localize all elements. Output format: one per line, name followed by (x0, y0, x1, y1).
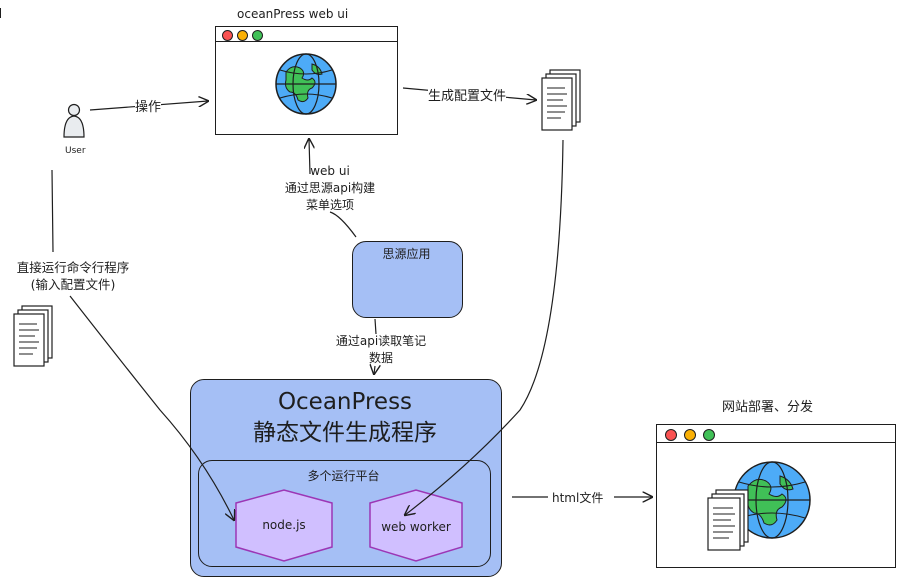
cli-label-line1: 直接运行命令行程序 (16, 260, 130, 275)
read-notes-label-line1: 通过api读取笔记 (335, 334, 427, 348)
config-file-icon (541, 69, 581, 131)
nodejs-label: node.js (262, 518, 306, 532)
webui-label-line2: 通过思源api构建 (284, 181, 376, 195)
webui-label-line1: web ui (310, 164, 350, 178)
read-notes-label-line2: 数据 (368, 351, 393, 365)
config-file-icon (13, 305, 53, 367)
html-file-icon (707, 489, 749, 551)
webworker-label: web worker (381, 520, 451, 534)
cli-label-line2: (输入配置文件) (30, 277, 116, 292)
user-icon (63, 103, 85, 138)
gen-config-label: 生成配置文件 (428, 89, 507, 105)
globe-icon (275, 53, 337, 115)
user-label: User (65, 146, 86, 156)
operate-label: 操作 (135, 100, 162, 116)
config-to-worker-arrow (405, 139, 564, 515)
html-files-label: html文件 (552, 491, 604, 505)
cli-arrow (51, 169, 234, 520)
webui-label-line3: 菜单选项 (305, 198, 354, 212)
